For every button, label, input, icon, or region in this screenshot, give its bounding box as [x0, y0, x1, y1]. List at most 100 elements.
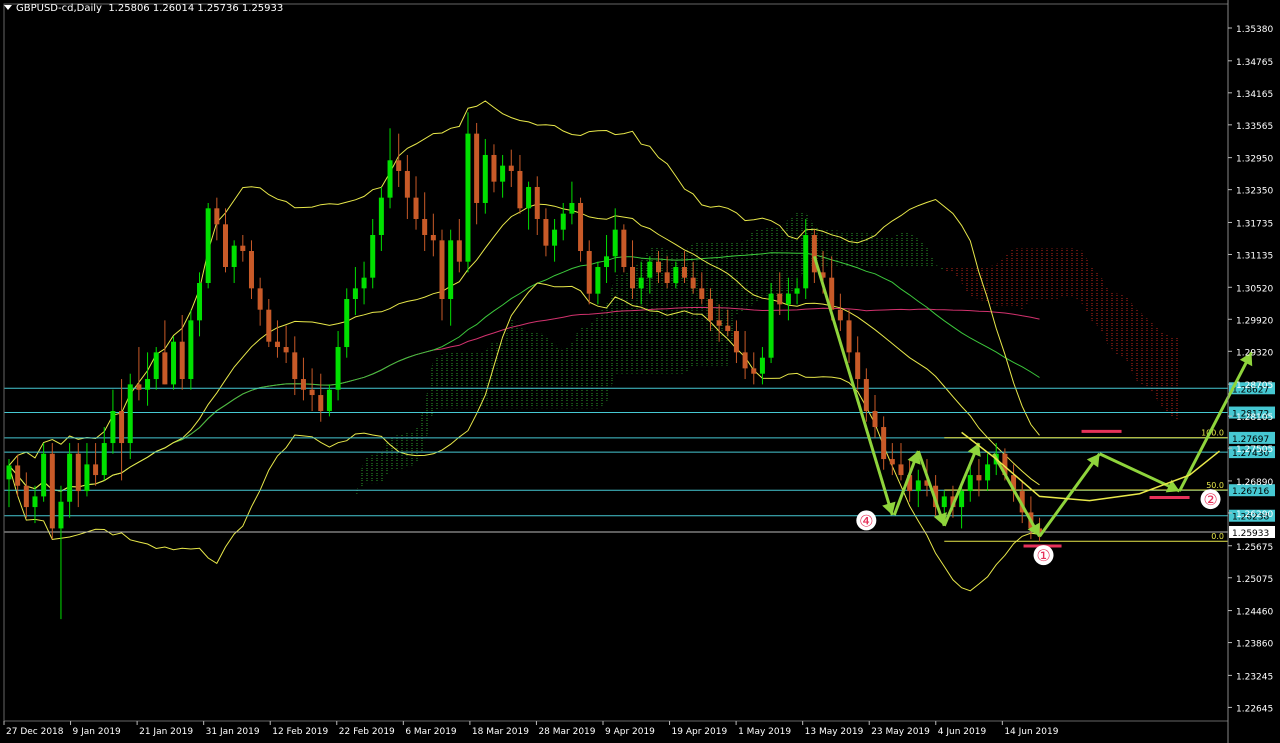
cloud-segment	[1065, 248, 1075, 297]
y-tick-label: 1.22645	[1236, 704, 1273, 714]
cloud-segment	[476, 351, 486, 409]
y-tick-label: 1.24460	[1236, 608, 1273, 618]
wave-label: ①	[1036, 546, 1050, 565]
y-tick-label: 1.23860	[1236, 640, 1273, 650]
candle-body	[422, 218, 428, 235]
candle-body	[335, 347, 341, 390]
cloud-segment	[1143, 315, 1153, 393]
candle-body	[370, 234, 376, 278]
candle-body	[612, 229, 618, 257]
cloud-segment	[528, 332, 538, 409]
cloud-segment	[346, 496, 356, 500]
y-tick-label: 1.34165	[1236, 90, 1273, 100]
candle-body	[803, 234, 809, 289]
candle-body	[352, 288, 358, 300]
candle-body	[699, 288, 705, 300]
cloud-segment	[1152, 323, 1161, 406]
candle-body	[344, 299, 350, 348]
candle-body	[404, 170, 410, 198]
cloud-segment	[987, 264, 997, 306]
candle-body	[777, 293, 783, 305]
candle-body	[578, 202, 584, 252]
cloud-segment	[849, 230, 858, 268]
candle-body	[413, 197, 419, 219]
candle-body	[23, 485, 29, 508]
level-tag-label: 1.26716	[1232, 487, 1269, 497]
y-tick-label: 1.29920	[1236, 316, 1273, 326]
cloud-segment	[1100, 275, 1109, 348]
cloud-segment	[519, 327, 529, 409]
cloud-segment	[329, 504, 339, 524]
cloud-segment	[918, 238, 927, 268]
y-tick-label: 1.32350	[1236, 187, 1273, 197]
cloud-segment	[719, 242, 728, 366]
x-tick-label: 21 Jan 2019	[139, 727, 193, 737]
symbol-header: GBPUSD-cd,Daily 1.25806 1.26014 1.25736 …	[4, 3, 283, 14]
candle-body	[898, 464, 904, 476]
candle-body	[647, 261, 653, 278]
x-tick-label: 27 Dec 2018	[6, 727, 64, 737]
cloud-segment	[467, 351, 477, 409]
cloud-segment	[234, 480, 243, 484]
cloud-segment	[580, 325, 590, 409]
x-tick-label: 31 Jan 2019	[206, 727, 260, 737]
chart-window: 1.28627 1.28172 1.27697 1.27430 1.26716 1.262…	[0, 0, 1280, 743]
candle-body	[49, 453, 55, 529]
candle-body	[309, 389, 315, 396]
cloud-segment	[771, 226, 780, 297]
dropdown-triangle-icon[interactable]	[4, 5, 12, 10]
price-chart[interactable]: 1.286271.281721.276971.274301.267161.262…	[0, 0, 1280, 743]
candle-body	[985, 464, 991, 481]
candle-body	[93, 464, 99, 476]
cloud-segment	[502, 319, 512, 409]
cloud-segment	[563, 341, 572, 409]
y-tick-label: 1.27505	[1236, 445, 1273, 455]
time-axis: 27 Dec 2018 9 Jan 2019 21 Jan 2019 31 Jan 2…	[3, 721, 1059, 737]
candle-body	[439, 240, 445, 300]
cloud-segment	[926, 246, 936, 268]
candle-body	[707, 299, 713, 321]
candle-body	[881, 427, 887, 460]
candle-body	[526, 186, 532, 209]
candle-body	[378, 197, 384, 235]
candle-body	[482, 154, 488, 203]
horizontal-levels: 1.286271.281721.276971.274301.267161.262…	[4, 382, 1275, 542]
y-tick-label: 1.33565	[1236, 122, 1273, 132]
candle-body	[283, 347, 289, 353]
cloud-segment	[320, 523, 330, 532]
x-tick-label: 19 Apr 2019	[672, 727, 728, 737]
candle-body	[915, 480, 921, 492]
y-tick-label: 1.31135	[1236, 251, 1273, 261]
candle-body	[474, 133, 480, 203]
candle-body	[569, 202, 575, 214]
x-tick-label: 18 Mar 2019	[472, 727, 529, 737]
cloud-segment	[615, 273, 624, 374]
candle-body	[751, 368, 757, 374]
cloud-segment	[1082, 251, 1092, 321]
symbol-label: GBPUSD-cd,Daily	[16, 3, 102, 14]
cloud-segment	[684, 242, 694, 374]
cloud-segment	[1117, 293, 1127, 360]
candle-body	[153, 352, 159, 380]
candle-body	[101, 443, 107, 476]
cloud-segment	[745, 229, 754, 310]
candle-body	[300, 379, 306, 390]
cloud-segment	[1134, 307, 1144, 386]
candle-body	[41, 453, 47, 497]
y-tick-label: 1.25075	[1236, 575, 1273, 585]
cloud-segment	[1039, 248, 1049, 300]
x-tick-label: 14 Jun 2019	[1004, 727, 1058, 737]
cloud-segment	[875, 234, 884, 268]
candle-body	[768, 293, 774, 358]
cloud-segment	[545, 335, 555, 409]
x-tick-label: 4 Jun 2019	[938, 727, 987, 737]
candle-body	[110, 411, 116, 444]
candle-body	[742, 352, 748, 369]
candle-body	[759, 357, 765, 374]
candle-body	[630, 267, 636, 289]
candle-body	[941, 496, 947, 508]
candle-body	[517, 170, 523, 209]
candle-body	[205, 208, 211, 284]
candle-body	[214, 208, 220, 225]
cloud-segment	[1108, 291, 1118, 356]
